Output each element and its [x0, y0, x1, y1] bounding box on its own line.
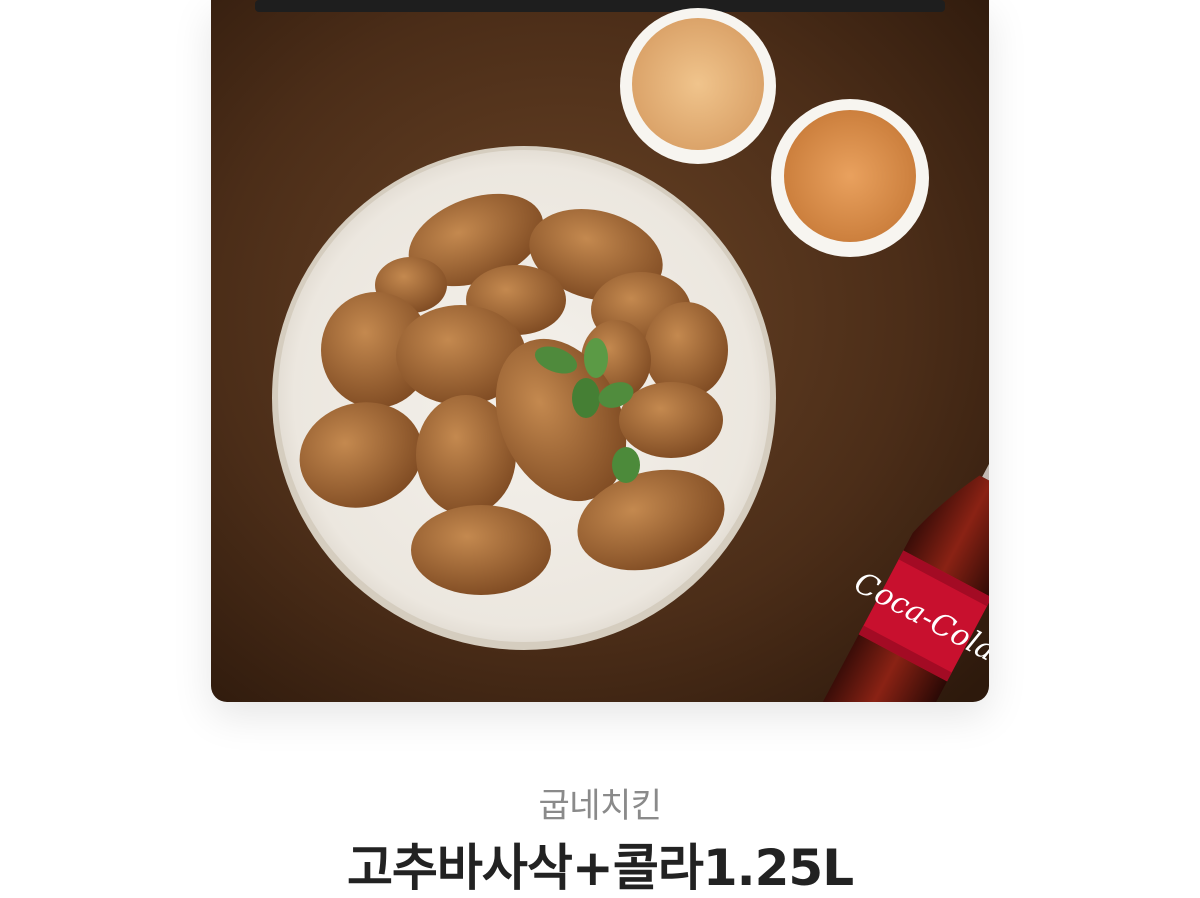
product-image-card[interactable]: Coca-Cola: [211, 0, 989, 702]
sauce-cup-2: [771, 99, 929, 257]
product-title: 고추바사삭+콜라1.25L: [346, 839, 854, 897]
sauce-cup-1: [620, 8, 776, 164]
brand-name: 굽네치킨: [538, 786, 662, 826]
product-image: Coca-Cola: [211, 0, 989, 702]
